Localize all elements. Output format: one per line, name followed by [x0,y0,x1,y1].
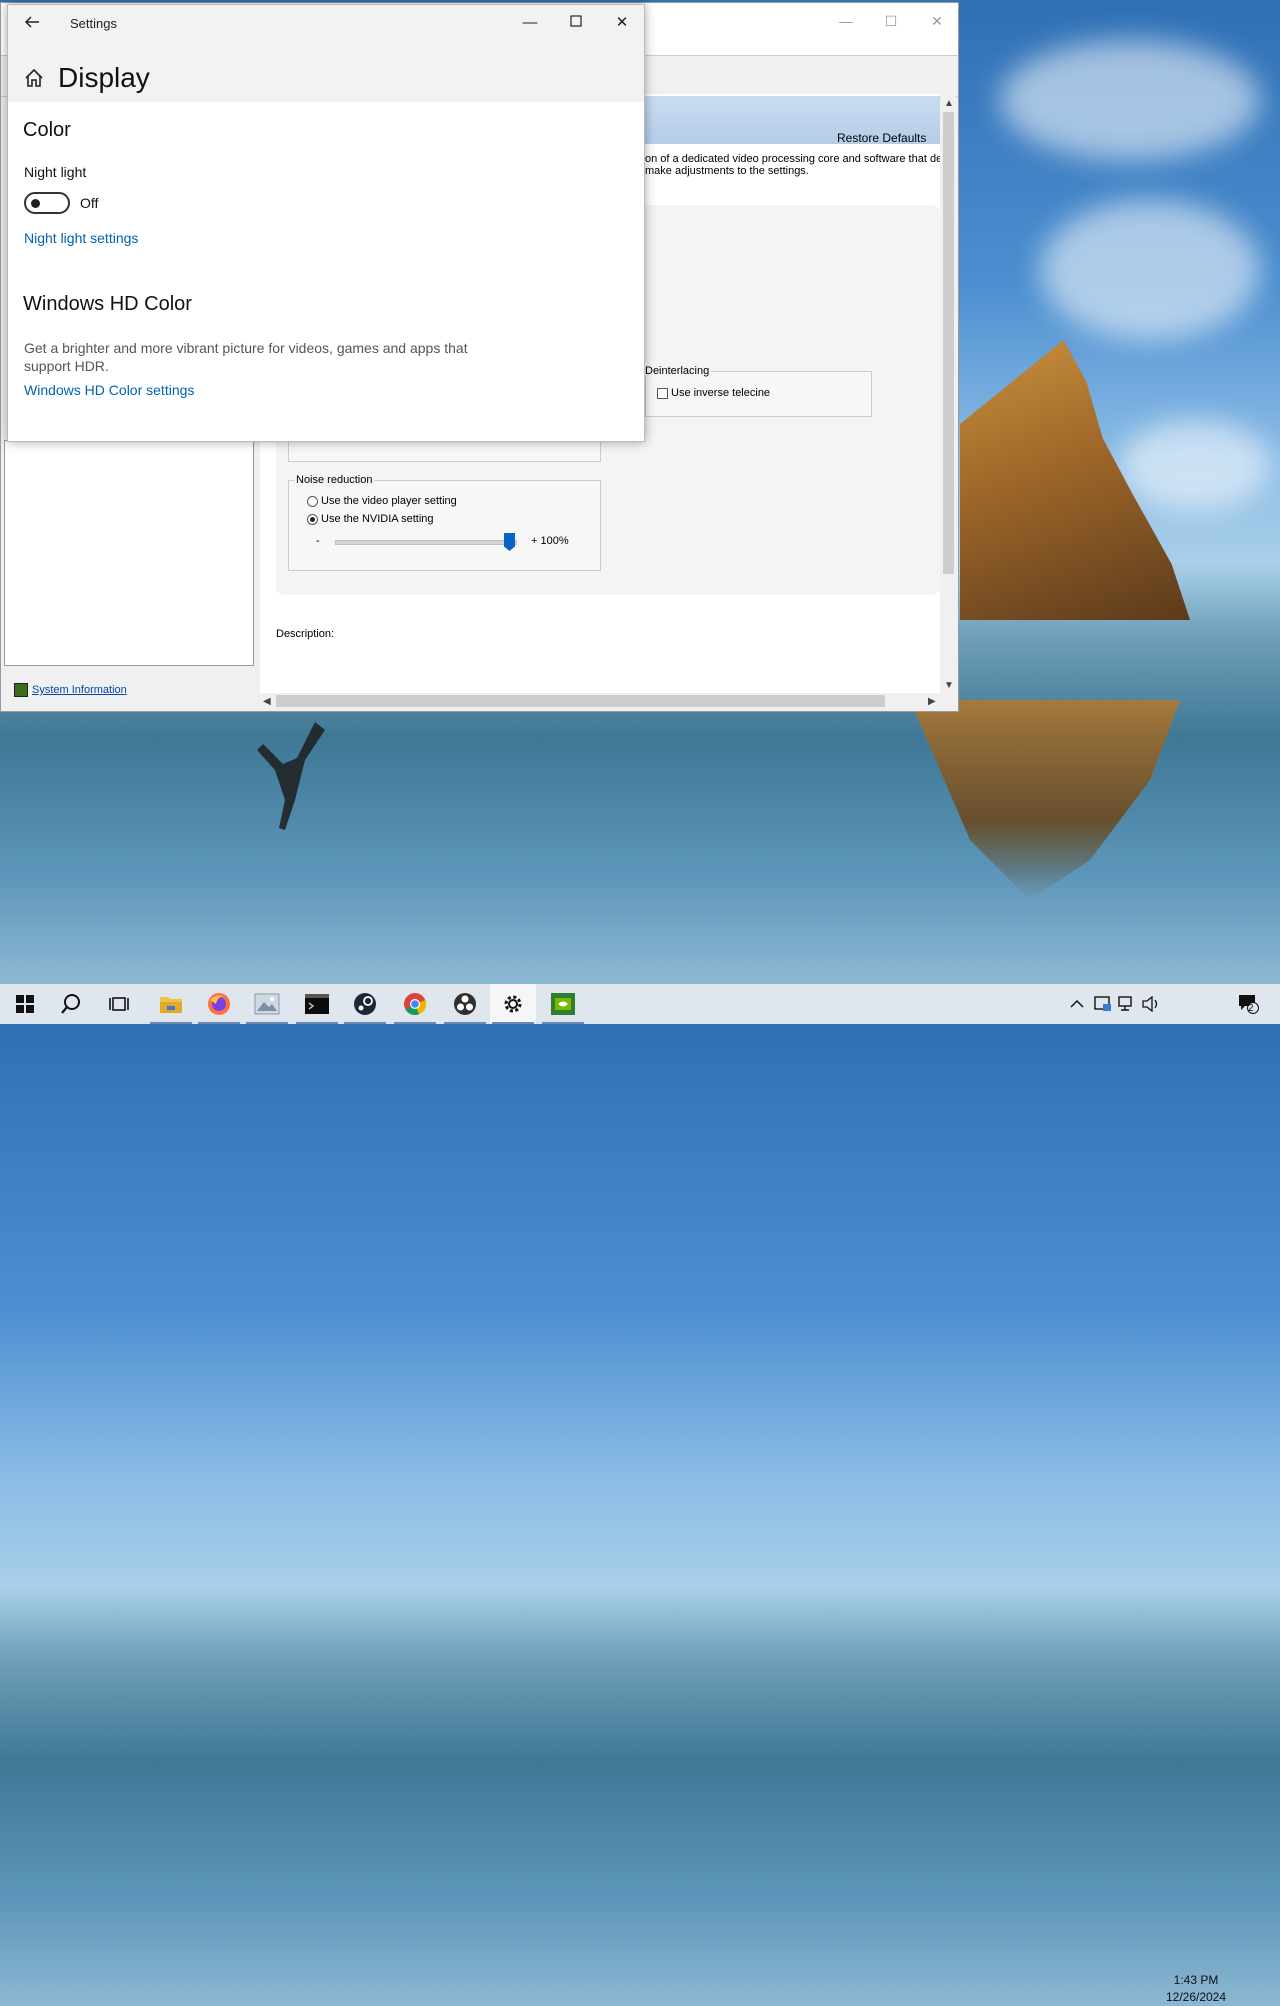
taskbar-file-explorer[interactable] [148,984,194,1024]
taskbar-steam[interactable] [342,984,388,1024]
taskbar-obs[interactable] [442,984,488,1024]
radio-video-player-setting[interactable]: Use the video player setting [307,495,457,507]
task-view-button[interactable] [96,984,142,1024]
obs-icon [454,993,476,1015]
network-icon[interactable] [1118,984,1136,1024]
nvidia-close-button[interactable]: ✕ [925,9,949,33]
nvidia-maximize-button[interactable]: ☐ [879,9,903,33]
night-light-label: Night light [24,164,87,180]
task-view-icon [109,997,129,1011]
nvidia-minimize-button[interactable]: — [834,9,858,33]
action-center-button[interactable]: 2 [1238,984,1260,1024]
search-button[interactable] [48,984,94,1024]
network-icon-svg [1118,996,1132,1011]
taskbar-nvidia-control-panel[interactable] [540,984,586,1024]
home-icon[interactable] [23,67,45,89]
taskbar-clock[interactable]: 1:43 PM 12/26/2024 [1160,1972,1232,2006]
system-information-label[interactable]: System Information [32,684,127,696]
settings-window-title: Settings [70,16,117,31]
tray-app-icon[interactable] [1094,984,1112,1024]
restore-defaults-link[interactable]: Restore Defaults [837,131,1250,145]
windows-logo-icon [16,995,34,1013]
nvidia-horizontal-scroll-thumb[interactable] [276,695,885,707]
night-light-toggle[interactable] [24,192,70,214]
speaker-icon [1142,996,1158,1012]
slider-max-label: + [531,535,538,547]
edge-enhancement-group [288,441,601,462]
scroll-left-arrow-icon[interactable]: ◀ [263,696,271,707]
maximize-icon [570,15,582,27]
chevron-up-icon [1070,999,1084,1008]
taskbar-settings[interactable] [490,984,536,1024]
photos-icon [254,993,280,1015]
hd-color-description: Get a brighter and more vibrant picture … [24,340,468,374]
steam-icon [354,993,376,1015]
inverse-telecine-label: Use inverse telecine [671,387,771,399]
nvidia-vertical-scroll-thumb[interactable] [943,112,954,574]
back-arrow-icon-svg [24,16,39,28]
hd-color-section-heading: Windows HD Color [23,293,192,315]
settings-maximize-button[interactable] [562,11,590,35]
wallpaper-cloud [1040,200,1260,340]
radio-nvidia-label: Use the NVIDIA setting [321,513,434,525]
toggle-knob [31,199,40,208]
description-label: Description: [276,628,335,640]
nvidia-task-tree[interactable] [4,440,254,666]
back-arrow-icon[interactable] [23,13,41,36]
terminal-icon [305,994,329,1014]
nvidia-intro-text: on of a dedicated video processing core … [645,153,940,177]
show-hidden-icons-button[interactable] [1070,984,1084,1024]
wallpaper-cloud [1120,420,1270,510]
taskbar-terminal[interactable] [294,984,340,1024]
clock-time: 1:43 PM [1173,1973,1219,1987]
scroll-right-arrow-icon[interactable]: ▶ [928,696,936,707]
deinterlacing-label: Deinterlacing [645,365,712,377]
inverse-telecine-checkbox[interactable] [657,387,668,399]
taskbar-photos[interactable] [244,984,290,1024]
notification-count: 2 [1248,1003,1254,1014]
noise-reduction-slider[interactable] [335,540,517,545]
taskbar-chrome[interactable] [392,984,438,1024]
wallpaper-rock-reflection [910,700,1180,900]
radio-button[interactable] [307,495,318,507]
taskbar: 1:43 PM 12/26/2024 2 [0,984,1280,2004]
night-light-state: Off [80,195,99,211]
inverse-telecine-option[interactable]: Use inverse telecine [657,387,770,399]
firefox-icon [208,993,230,1015]
slider-value-text: 100% [540,535,569,547]
nvidia-intro-line-2: make adjustments to the settings. [645,165,809,177]
settings-minimize-button[interactable]: — [516,11,544,35]
wallpaper-person-reflection [257,722,325,830]
system-information-link[interactable]: System Information [14,683,127,697]
tray-app-icon-svg [1094,996,1111,1011]
color-section-heading: Color [23,119,71,141]
radio-button-selected[interactable] [307,513,318,525]
settings-close-button[interactable]: ✕ [608,11,636,35]
slider-value-readout: + 100% [531,535,569,547]
clock-date: 12/26/2024 [1165,1990,1227,2004]
volume-icon[interactable] [1142,984,1160,1024]
page-title: Display [58,62,150,93]
chrome-icon [404,993,427,1016]
taskbar-firefox[interactable] [196,984,242,1024]
gear-icon [504,995,522,1013]
nvidia-intro-line-1: on of a dedicated video processing core … [645,153,940,165]
noise-reduction-group [288,480,601,571]
search-icon [61,994,80,1014]
info-icon [14,683,28,697]
start-button[interactable] [2,984,48,1024]
radio-nvidia-setting[interactable]: Use the NVIDIA setting [307,513,434,525]
radio-video-player-label: Use the video player setting [321,495,457,507]
nvidia-icon [551,993,575,1015]
night-light-settings-link[interactable]: Night light settings [24,230,138,246]
noise-reduction-label: Noise reduction [294,474,375,486]
scroll-up-arrow-icon[interactable]: ▲ [944,98,954,109]
slider-min-label: - [316,535,320,547]
scroll-down-arrow-icon[interactable]: ▼ [944,680,954,691]
hd-color-settings-link[interactable]: Windows HD Color settings [24,382,194,398]
folder-icon [160,997,182,1013]
settings-window: Settings — ✕ Display Color Night light O… [7,4,645,442]
